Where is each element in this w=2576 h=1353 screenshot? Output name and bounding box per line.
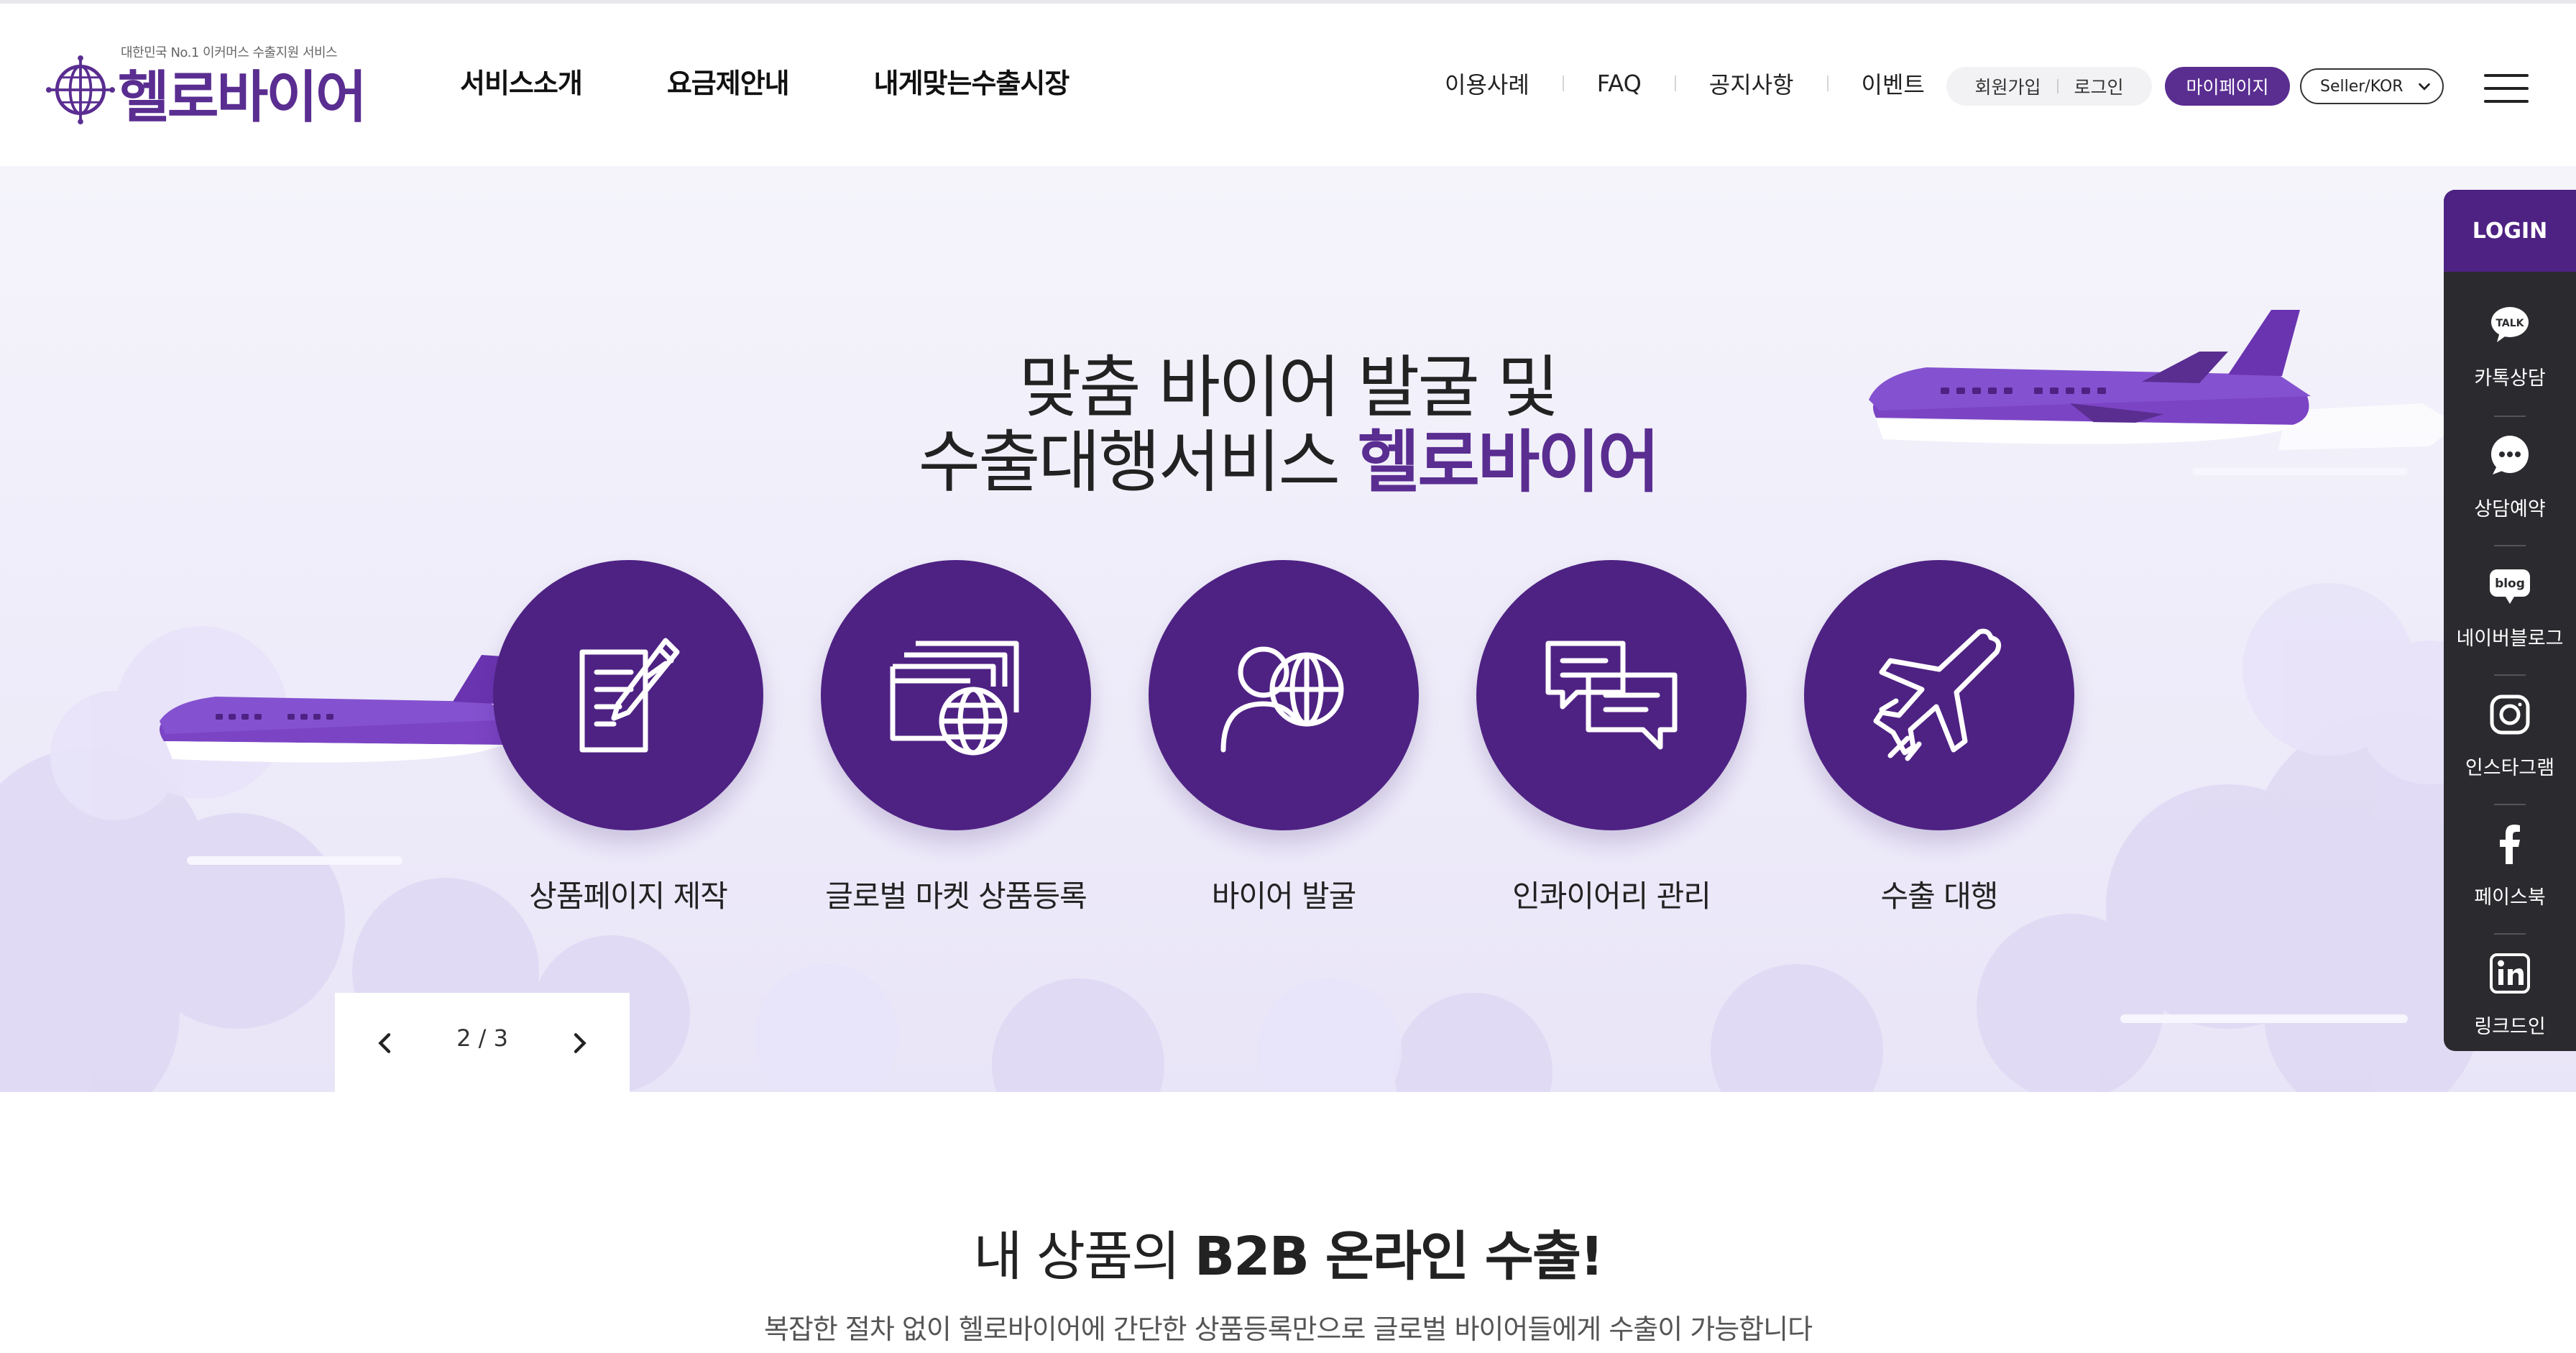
quick-facebook[interactable]: 페이스북 xyxy=(2444,805,2576,935)
slide-total: 3 xyxy=(493,1024,508,1052)
hero-title-line2: 수출대행서비스 헬로바이어 xyxy=(0,408,2576,505)
blog-icon: blog xyxy=(2490,569,2530,604)
airplane-icon xyxy=(1873,628,2002,761)
section-title-plain: 내 상품의 xyxy=(973,1226,1195,1288)
utility-nav: 이용사례 FAQ 공지사항 이벤트 xyxy=(1445,67,1925,100)
nav-event[interactable]: 이벤트 xyxy=(1862,67,1925,100)
service-label: 바이어 발굴 xyxy=(1211,879,1357,914)
instagram-icon xyxy=(2490,694,2530,735)
quick-kakao-talk[interactable]: TALK 카톡상담 xyxy=(2444,286,2576,416)
svg-text:TALK: TALK xyxy=(2496,318,2524,329)
nav-notice[interactable]: 공지사항 xyxy=(1709,67,1794,100)
hero-banner: 맞춤 바이어 발굴 및 수출대행서비스 헬로바이어 상품페이지 제작 글로벌 마… xyxy=(0,166,2576,1092)
quick-consult-reservation[interactable]: 상담예약 xyxy=(2444,417,2576,546)
chat-dots-icon xyxy=(2491,436,2529,474)
language-select-value: Seller/KOR xyxy=(2320,77,2404,96)
quick-instagram[interactable]: 인스타그램 xyxy=(2444,676,2576,805)
person-globe-icon xyxy=(1220,646,1344,753)
window-globe-icon xyxy=(890,641,1019,756)
service-label: 수출 대행 xyxy=(1880,879,1999,914)
nav-export-market[interactable]: 내게맞는수출시장 xyxy=(874,61,1070,101)
chevron-down-icon xyxy=(2419,83,2430,91)
menu-icon[interactable] xyxy=(2484,74,2529,103)
quick-item-label: 페이스북 xyxy=(2474,886,2546,909)
slider-pager: 2 / 3 xyxy=(335,993,630,1092)
quick-login-button[interactable]: LOGIN xyxy=(2444,190,2576,272)
quick-side-bar: LOGIN TALK 카톡상담 상담예약 blog 네이버블로그 인스타그램 페… xyxy=(2444,190,2576,1051)
divider xyxy=(1562,75,1564,91)
main-nav: 서비스소개 요금제안내 내게맞는수출시장 xyxy=(460,61,1070,101)
section-title-bold: B2B 온라인 수출! xyxy=(1194,1226,1604,1288)
member-links: 회원가입 로그인 xyxy=(1946,67,2152,106)
service-circle xyxy=(1476,560,1747,830)
service-global-market[interactable]: 글로벌 마켓 상품등록 xyxy=(805,560,1107,934)
service-product-page[interactable]: 상품페이지 제작 xyxy=(477,560,779,934)
chat-bubbles-icon xyxy=(1545,641,1678,750)
service-buyer-discovery[interactable]: 바이어 발굴 xyxy=(1133,560,1435,934)
site-header: 대한민국 No.1 이커머스 수출지원 서비스 헬로바이어 서비스소개 요금제안… xyxy=(0,4,2576,166)
signup-link[interactable]: 회원가입 xyxy=(1974,73,2041,99)
nav-pricing[interactable]: 요금제안내 xyxy=(667,61,790,101)
divider xyxy=(2056,79,2058,93)
facebook-icon xyxy=(2500,825,2520,864)
divider xyxy=(1826,75,1828,91)
service-circle xyxy=(1804,560,2074,830)
kakao-talk-icon: TALK xyxy=(2491,307,2529,342)
document-pen-icon xyxy=(579,638,680,753)
quick-item-label: 카톡상담 xyxy=(2474,367,2546,390)
service-inquiry-management[interactable]: 인콰이어리 관리 xyxy=(1460,560,1762,934)
quick-item-label: 인스타그램 xyxy=(2465,757,2555,779)
logo[interactable]: 대한민국 No.1 이커머스 수출지원 서비스 헬로바이어 xyxy=(46,40,367,133)
divider xyxy=(1674,75,1676,91)
quick-linkedin[interactable]: 링크드인 xyxy=(2444,935,2576,1051)
chevron-right-icon[interactable] xyxy=(565,1029,594,1058)
mypage-button[interactable]: 마이페이지 xyxy=(2165,67,2290,106)
globe-logo-icon xyxy=(46,55,115,124)
service-label: 상품페이지 제작 xyxy=(529,879,728,914)
service-circle xyxy=(493,560,763,830)
quick-item-label: 상담예약 xyxy=(2474,498,2546,520)
slide-separator: / xyxy=(478,1024,487,1052)
linkedin-icon xyxy=(2490,953,2530,994)
service-label: 글로벌 마켓 상품등록 xyxy=(825,879,1087,914)
service-export-agency[interactable]: 수출 대행 xyxy=(1788,560,2090,934)
chevron-left-icon[interactable] xyxy=(371,1029,400,1058)
quick-item-label: 네이버블로그 xyxy=(2456,628,2564,650)
hero-title-plain: 수출대행서비스 xyxy=(918,423,1358,502)
language-select[interactable]: Seller/KOR xyxy=(2300,68,2444,104)
section-title: 내 상품의 B2B 온라인 수출! xyxy=(0,1214,2576,1290)
slide-counter: 2 / 3 xyxy=(400,1024,565,1052)
service-circle xyxy=(1149,560,1419,830)
section-subtitle: 복잡한 절차 없이 헬로바이어에 간단한 상품등록만으로 글로벌 바이어들에게 … xyxy=(763,1313,1813,1345)
service-circle xyxy=(821,560,1091,830)
service-label: 인콰이어리 관리 xyxy=(1512,879,1711,914)
nav-use-cases[interactable]: 이용사례 xyxy=(1445,67,1530,100)
svg-text:blog: blog xyxy=(2495,577,2525,591)
nav-service-intro[interactable]: 서비스소개 xyxy=(460,61,583,101)
hero-title-brand: 헬로바이어 xyxy=(1357,423,1660,502)
slide-current: 2 xyxy=(456,1024,472,1052)
login-link[interactable]: 로그인 xyxy=(2074,73,2124,99)
nav-faq[interactable]: FAQ xyxy=(1597,70,1642,97)
quick-item-label: 링크드인 xyxy=(2474,1016,2546,1038)
logo-wordmark: 헬로바이어 xyxy=(118,65,367,130)
quick-naver-blog[interactable]: blog 네이버블로그 xyxy=(2444,546,2576,676)
